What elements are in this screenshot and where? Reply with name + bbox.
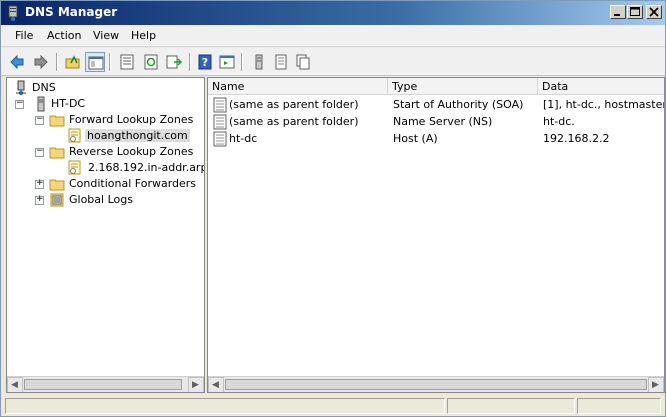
scroll-left-button[interactable]: ◀	[208, 377, 224, 392]
status-bar	[1, 396, 665, 416]
tree-label-forward-zone-item: hoangthongit.com	[85, 129, 190, 142]
toolbar-separator	[189, 53, 191, 71]
toolbar: ?	[1, 48, 665, 76]
row-type: Name Server (NS)	[393, 115, 493, 128]
back-icon	[10, 54, 24, 70]
tree-label-reverse-zones: Reverse Lookup Zones	[69, 145, 194, 158]
properties-icon	[120, 54, 134, 70]
help-icon: ?	[198, 54, 212, 70]
list-horizontal-scrollbar[interactable]: ◀ ▶	[208, 376, 664, 392]
folder-icon	[49, 147, 65, 159]
show-tree-icon	[88, 56, 104, 70]
zone-icon	[68, 160, 81, 175]
expand-toggle[interactable]: +	[35, 178, 44, 189]
minimize-button[interactable]	[610, 5, 626, 19]
back-button[interactable]	[7, 52, 27, 72]
properties-button[interactable]	[117, 52, 137, 72]
folder-icon	[49, 179, 65, 191]
menu-bar: File Action View Help	[1, 25, 665, 47]
status-panel-main	[5, 398, 445, 414]
status-panel-tertiary	[577, 398, 661, 414]
toolbar-separator	[56, 53, 58, 71]
expand-toggle[interactable]: +	[35, 194, 44, 205]
event-log-icon	[50, 193, 64, 207]
tree-label-dns: DNS	[32, 81, 56, 94]
forward-button[interactable]	[31, 52, 51, 72]
close-icon	[649, 7, 659, 17]
scroll-thumb[interactable]	[24, 379, 182, 390]
server-icon	[255, 54, 263, 70]
scroll-thumb[interactable]	[225, 379, 647, 390]
row-name: (same as parent folder)	[229, 115, 359, 128]
export-icon	[166, 55, 182, 69]
row-type: Host (A)	[393, 132, 438, 145]
menu-file[interactable]: File	[15, 29, 33, 42]
server-button[interactable]	[249, 52, 269, 72]
row-name: ht-dc	[229, 132, 258, 145]
toolbar-separator	[109, 53, 111, 71]
table-row[interactable]: ht-dc Host (A) 192.168.2.2	[208, 131, 664, 148]
console-tree[interactable]: DNS − HT-DC − Forward Lookup Zones hoang…	[6, 77, 205, 393]
tree-label-conditional-forwarders: Conditional Forwarders	[69, 177, 197, 190]
dns-manager-window: DNS Manager File Action View Help ? DNS …	[0, 0, 666, 417]
help-button[interactable]: ?	[195, 52, 215, 72]
copy-button[interactable]	[293, 52, 313, 72]
server-icon	[37, 96, 45, 112]
results-list[interactable]: Name Type Data (same as parent folder) S…	[207, 77, 665, 393]
maximize-icon	[630, 7, 640, 16]
record-icon	[213, 114, 227, 130]
zone-icon	[68, 128, 81, 143]
scroll-right-button[interactable]: ▶	[188, 377, 204, 392]
menu-view[interactable]: View	[93, 29, 119, 42]
record-icon	[213, 131, 227, 147]
collapse-toggle[interactable]: −	[35, 146, 44, 157]
up-folder-icon	[65, 55, 80, 69]
minimize-icon	[614, 14, 620, 16]
scroll-right-button[interactable]: ▶	[648, 377, 664, 392]
svg-text:?: ?	[202, 56, 208, 69]
row-data: 192.168.2.2	[543, 132, 610, 145]
toolbar-separator	[241, 53, 243, 71]
show-tree-button[interactable]	[85, 52, 105, 72]
copy-icon	[296, 54, 310, 70]
console-pane-button[interactable]	[217, 52, 237, 72]
row-data: ht-dc.	[543, 115, 575, 128]
refresh-icon	[144, 54, 158, 70]
refresh-button[interactable]	[141, 52, 161, 72]
collapse-toggle[interactable]: −	[35, 114, 44, 125]
dns-manager-icon	[8, 5, 18, 21]
column-header-name[interactable]: Name	[208, 78, 388, 95]
scroll-left-button[interactable]: ◀	[7, 377, 23, 392]
menu-action[interactable]: Action	[47, 29, 81, 42]
status-panel-secondary	[447, 398, 575, 414]
row-name: (same as parent folder)	[229, 98, 359, 111]
tree-horizontal-scrollbar[interactable]: ◀ ▶	[7, 376, 204, 392]
folder-icon	[49, 115, 65, 127]
up-folder-button[interactable]	[63, 52, 83, 72]
tree-label-global-logs: Global Logs	[69, 193, 133, 206]
column-header-data[interactable]: Data	[538, 78, 664, 95]
close-button[interactable]	[646, 5, 662, 19]
tree-label-reverse-zone-item: 2.168.192.in-addr.arpa	[88, 161, 205, 174]
console-pane-icon	[219, 55, 235, 69]
tree-label-server: HT-DC	[51, 97, 86, 110]
export-button[interactable]	[164, 52, 184, 72]
tree-label-forward-zones: Forward Lookup Zones	[69, 113, 194, 126]
maximize-button[interactable]	[627, 5, 643, 19]
list-header: Name Type Data	[208, 78, 664, 95]
row-type: Start of Authority (SOA)	[393, 98, 524, 111]
row-data: [1], ht-dc., hostmaster.	[543, 98, 664, 111]
record-icon	[275, 54, 287, 70]
table-row[interactable]: (same as parent folder) Start of Authori…	[208, 97, 664, 114]
record-icon	[213, 97, 227, 113]
table-row[interactable]: (same as parent folder) Name Server (NS)…	[208, 114, 664, 131]
collapse-toggle[interactable]: −	[15, 98, 24, 109]
record-button[interactable]	[271, 52, 291, 72]
menu-help[interactable]: Help	[131, 29, 156, 42]
column-header-type[interactable]: Type	[388, 78, 538, 95]
title-bar[interactable]: DNS Manager	[1, 1, 665, 25]
window-title: DNS Manager	[25, 5, 118, 19]
dns-icon	[16, 80, 26, 96]
forward-icon	[34, 54, 48, 70]
